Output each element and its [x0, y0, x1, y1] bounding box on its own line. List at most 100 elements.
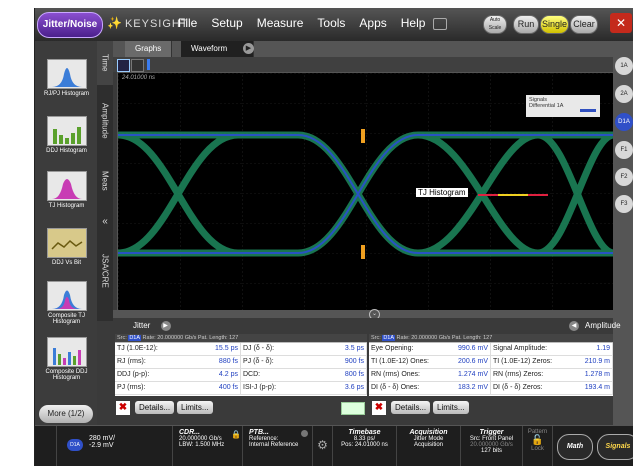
sidebar-item-label: Composite DDJ Histogram: [45, 369, 88, 381]
lock-icon: 🔒: [231, 430, 241, 439]
tab-graphs[interactable]: Graphs: [125, 41, 173, 57]
panel-back-icon[interactable]: ◀: [569, 321, 579, 331]
signals-legend: Signals Differential 1A: [526, 95, 600, 117]
amplitude-results-table: Src: D1A Rate: 20.000000 Gb/s Pat. Lengt…: [369, 334, 613, 396]
amplitude-result-cell[interactable]: Signal Amplitude: 1.19: [491, 343, 613, 356]
menu-help[interactable]: Help: [401, 16, 426, 30]
function-f3-button[interactable]: F3: [615, 195, 633, 213]
collapse-chevron-icon[interactable]: «: [97, 211, 113, 231]
channel-1a-button[interactable]: 1A: [615, 57, 633, 75]
menu-setup[interactable]: Setup: [211, 16, 242, 30]
camera-icon[interactable]: [433, 18, 447, 30]
timebase-status[interactable]: Timebase 8.33 ps/ Pos: 24.01000 ns: [333, 426, 397, 466]
padlock-icon: 🔓: [531, 435, 544, 446]
jitter-panel-header: Jitter ▶: [113, 318, 367, 334]
jitter-result-cell[interactable]: PJ (rms): 400 fs: [115, 382, 241, 395]
pattern-lock-status[interactable]: Pattern 🔓 Lock: [523, 426, 553, 466]
channel-scale: 280 mV/: [89, 435, 116, 442]
channel-d1a-button[interactable]: D1A: [615, 113, 633, 131]
jitter-results-table: Src: D1A Rate: 20.000000 Gb/s Pat. Lengt…: [115, 334, 367, 396]
clear-button[interactable]: Clear: [570, 15, 598, 34]
jitter-panel-title: Jitter: [133, 321, 151, 330]
sidebar-item-label: RJ/PJ Histogram: [43, 91, 89, 97]
result-value: 183.2 mV: [458, 384, 488, 391]
result-value: 400 fs: [218, 384, 238, 391]
close-icon[interactable]: ✕: [610, 13, 632, 33]
amplitude-result-cell[interactable]: RN (rms) Zeros: 1.278 m: [491, 369, 613, 382]
tab-jsa-cre[interactable]: JSA/CRE: [97, 241, 113, 301]
delete-x-icon[interactable]: ✖: [372, 401, 386, 415]
amplitude-result-cell[interactable]: RN (rms) Ones: 1.274 mV: [369, 369, 491, 382]
jitter-limits-button[interactable]: Limits...: [177, 401, 213, 414]
cdr-status[interactable]: CDR... 20.000000 Gb/s LBW: 1.500 MHz 🔒: [173, 426, 243, 466]
jitter-result-cell[interactable]: DCD: 800 fs: [241, 369, 367, 382]
menu-measure[interactable]: Measure: [257, 16, 304, 30]
delete-x-icon[interactable]: ✖: [116, 401, 130, 415]
menu-tools[interactable]: Tools: [317, 16, 345, 30]
sidebar-item-tj-histogram[interactable]: TJ Histogram: [38, 171, 95, 209]
multi-grid-icon[interactable]: [131, 59, 144, 72]
result-label: RJ (rms):: [117, 358, 146, 365]
result-label: DI (δ - δ) Ones:: [371, 384, 420, 391]
amplitude-details-button[interactable]: Details...: [391, 401, 431, 414]
sidebar-item-composite-ddj[interactable]: Composite DDJ Histogram: [38, 337, 95, 381]
single-button[interactable]: Single: [540, 15, 569, 34]
tab-time[interactable]: Time: [97, 41, 113, 85]
waveform-plot[interactable]: 24.01000 ns Signals Differential 1A TJ H…: [117, 72, 615, 312]
channel-tag: D1A: [67, 439, 83, 451]
sidebar-item-ddj-vs-bit[interactable]: DDJ Vs Bit: [38, 228, 95, 266]
settings-gear-icon[interactable]: ⚙: [313, 426, 333, 466]
jitter-result-cell[interactable]: DJ (δ - δ): 3.5 ps: [241, 343, 367, 356]
layout-dots-icon[interactable]: [147, 59, 150, 70]
sidebar-item-ddj-histogram[interactable]: DDJ Histogram: [38, 116, 95, 154]
sidebar-item-label: TJ Histogram: [48, 203, 85, 209]
ptb-status-dot-icon: [301, 430, 308, 437]
amplitude-panel-title: Amplitude: [585, 321, 621, 330]
jitter-details-button[interactable]: Details...: [135, 401, 175, 414]
sidebar-item-composite-tj[interactable]: Composite TJ Histogram: [38, 281, 95, 325]
timebase-position: Pos: 24.01000 ns: [341, 442, 388, 448]
amplitude-result-cell[interactable]: DI (δ - δ) Zeros: 193.4 m: [491, 382, 613, 395]
run-button[interactable]: Run: [513, 15, 539, 34]
acquisition-status[interactable]: Acquisition Jitter Mode Acquisition: [397, 426, 461, 466]
result-value: 210.9 m: [584, 358, 610, 365]
amplitude-result-cell[interactable]: Eye Opening: 990.6 mV: [369, 343, 491, 356]
tab-meas[interactable]: Meas: [97, 156, 113, 206]
jitter-result-cell[interactable]: DDJ (p-p): 4.2 ps: [115, 369, 241, 382]
result-value: 3.6 ps: [344, 384, 364, 391]
source-label: Src:: [371, 335, 381, 341]
sidebar-item-rjpj-histogram[interactable]: RJ/PJ Histogram: [38, 59, 95, 97]
waveform-bit-icon: [46, 228, 87, 258]
menu-file[interactable]: File: [178, 16, 197, 30]
more-button[interactable]: More (1/2): [39, 405, 93, 423]
source-tag: D1A: [128, 335, 142, 341]
amplitude-result-cell[interactable]: TI (1.0E-12) Zeros: 210.9 m: [491, 356, 613, 369]
amplitude-result-cell[interactable]: DI (δ - δ) Ones: 183.2 mV: [369, 382, 491, 395]
lock-label: Lock: [531, 446, 544, 452]
auto-scale-button[interactable]: Auto Scale: [483, 15, 507, 34]
result-value: 900 fs: [344, 358, 364, 365]
tj-histogram-label: TJ Histogram: [416, 188, 468, 197]
menu-apps[interactable]: Apps: [359, 16, 386, 30]
trigger-title: Trigger: [479, 429, 504, 436]
math-button[interactable]: Math: [557, 434, 593, 460]
single-grid-icon[interactable]: [117, 59, 130, 72]
jitter-result-cell[interactable]: TJ (1.0E-12): 15.5 ps: [115, 343, 241, 356]
tab-menu-icon[interactable]: ▶: [243, 43, 254, 54]
tab-amplitude[interactable]: Amplitude: [97, 91, 113, 151]
jitter-result-cell[interactable]: ISI-J (p-p): 3.6 ps: [241, 382, 367, 395]
jitter-result-cell[interactable]: RJ (rms): 880 fs: [115, 356, 241, 369]
channel-status[interactable]: D1A 280 mV/ -2.9 mV: [57, 426, 173, 466]
channel-2a-button[interactable]: 2A: [615, 85, 633, 103]
jitter-result-cell[interactable]: PJ (δ - δ): 900 fs: [241, 356, 367, 369]
app-mode-badge[interactable]: Jitter/Noise: [37, 12, 103, 38]
function-f2-button[interactable]: F2: [615, 168, 633, 186]
panel-menu-icon[interactable]: ▶: [160, 320, 171, 331]
function-f1-button[interactable]: F1: [615, 141, 633, 159]
amplitude-result-cell[interactable]: TI (1.0E-12) Ones: 200.6 mV: [369, 356, 491, 369]
trigger-status[interactable]: Trigger Src: Front Panel 20.000000 Gb/s …: [461, 426, 523, 466]
signals-button[interactable]: Signals: [597, 434, 633, 460]
ptb-status[interactable]: PTB... Reference: Internal Reference: [243, 426, 313, 466]
pane-divider[interactable]: ⌄: [113, 309, 613, 320]
amplitude-limits-button[interactable]: Limits...: [433, 401, 469, 414]
